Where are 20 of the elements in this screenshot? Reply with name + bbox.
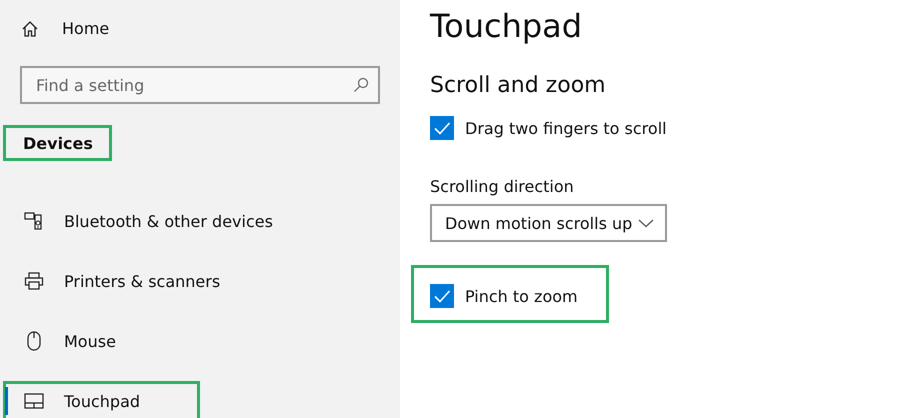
home-link[interactable]: Home (62, 19, 110, 38)
printer-icon (24, 271, 44, 291)
home-icon (21, 20, 39, 38)
search-icon (353, 77, 369, 93)
nav-item[interactable]: Touchpad (3, 381, 200, 418)
field-label: Scrolling direction (430, 177, 575, 196)
chevron-icon (638, 218, 654, 228)
nav-item[interactable]: Printers & scanners (3, 261, 393, 301)
checkbox[interactable] (430, 284, 454, 308)
search-field[interactable]: Find a setting (20, 66, 380, 104)
dropdown[interactable]: Down motion scrolls up (430, 204, 667, 242)
touchpad-icon (24, 391, 44, 411)
checkbox[interactable] (430, 116, 454, 140)
nav-item[interactable]: Mouse (3, 321, 393, 361)
nav-item[interactable]: Bluetooth & other devices (3, 201, 393, 241)
section-heading: Devices (3, 125, 112, 161)
keyboard-speaker-icon (24, 211, 44, 231)
checkbox-option[interactable]: Drag two fingers to scroll (430, 116, 667, 140)
page-title: Touchpad (430, 7, 584, 45)
section-title: Scroll and zoom (430, 73, 607, 98)
